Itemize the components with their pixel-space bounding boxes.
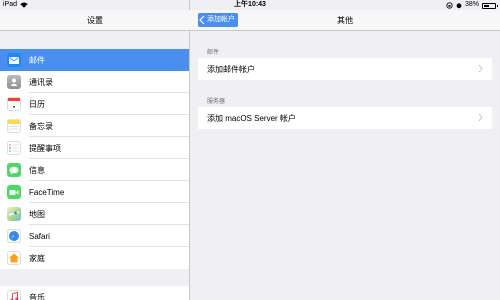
sidebar-item-label: FaceTime xyxy=(29,187,65,197)
sidebar-item-label: 邮件 xyxy=(29,55,45,65)
sidebar-item-notes[interactable]: 备忘录 xyxy=(0,115,189,137)
sidebar-item-label: 日历 xyxy=(29,99,45,109)
mail-icon xyxy=(7,53,21,67)
detail-pane: 其他 添加帐户 邮件 添加邮件帐户 服务器 添加 macOS Server 帐户 xyxy=(190,0,500,300)
sidebar-item-label: 地图 xyxy=(29,209,45,219)
status-time: 上午10:43 xyxy=(234,1,266,8)
home-icon xyxy=(7,251,21,265)
sidebar-item-contacts[interactable]: 通讯录 xyxy=(0,71,189,93)
chevron-right-icon xyxy=(478,113,483,122)
cell-label: 添加 macOS Server 帐户 xyxy=(207,113,296,123)
settings-list: 邮件 通讯录 ▪ 日历 备忘录 提醒事项 信息 FaceTime 地图 Safa… xyxy=(0,49,189,269)
add-mail-account-cell[interactable]: 添加邮件帐户 xyxy=(198,58,492,80)
sidebar-item-facetime[interactable]: FaceTime xyxy=(0,181,189,203)
sidebar-nav-bar: 设置 xyxy=(0,10,190,31)
sidebar-item-label: 音乐 xyxy=(29,292,45,300)
alarm-icon xyxy=(456,2,462,8)
sidebar-title: 设置 xyxy=(87,16,103,25)
cell-label: 添加邮件帐户 xyxy=(207,64,255,74)
facetime-icon xyxy=(7,185,21,199)
sidebar-item-calendar[interactable]: ▪ 日历 xyxy=(0,93,189,115)
safari-icon xyxy=(7,229,21,243)
maps-icon xyxy=(7,207,21,221)
contacts-icon xyxy=(7,75,21,89)
settings-screen: 设置 邮件 通讯录 ▪ 日历 备忘录 提醒事项 信息 FaceTime 地图 S… xyxy=(0,0,500,300)
settings-list-media: 音乐 xyxy=(0,286,189,300)
add-macos-server-account-cell[interactable]: 添加 macOS Server 帐户 xyxy=(198,107,492,129)
sidebar-item-label: 家庭 xyxy=(29,253,45,263)
settings-sidebar: 设置 邮件 通讯录 ▪ 日历 备忘录 提醒事项 信息 FaceTime 地图 S… xyxy=(0,0,190,300)
chevron-right-icon xyxy=(478,64,483,73)
sidebar-item-label: 通讯录 xyxy=(29,77,53,87)
back-button-label: 添加帐户 xyxy=(207,16,235,23)
sidebar-item-messages[interactable]: 信息 xyxy=(0,159,189,181)
orientation-lock-icon xyxy=(446,1,453,9)
reminders-icon xyxy=(7,141,21,155)
detail-nav-bar: 其他 添加帐户 xyxy=(190,10,500,31)
sidebar-item-maps[interactable]: 地图 xyxy=(0,203,189,225)
sidebar-item-label: 提醒事项 xyxy=(29,143,61,153)
battery-percent: 38% xyxy=(464,1,479,8)
chevron-left-icon xyxy=(199,15,205,25)
messages-icon xyxy=(7,163,21,177)
section-header-mail: 邮件 xyxy=(207,50,220,56)
sidebar-item-label: Safari xyxy=(29,231,50,241)
sidebar-item-music[interactable]: 音乐 xyxy=(0,286,189,300)
back-button[interactable]: 添加帐户 xyxy=(198,13,238,27)
sidebar-item-label: 备忘录 xyxy=(29,121,53,131)
battery-icon xyxy=(482,3,498,9)
sidebar-item-safari[interactable]: Safari xyxy=(0,225,189,247)
svg-text:▪: ▪ xyxy=(13,105,15,111)
sidebar-item-home[interactable]: 家庭 xyxy=(0,247,189,269)
notes-icon xyxy=(7,119,21,133)
section-header-server: 服务器 xyxy=(207,99,226,105)
sidebar-item-reminders[interactable]: 提醒事项 xyxy=(0,137,189,159)
status-bar: iPad 上午10:43 38% xyxy=(0,0,500,10)
music-icon xyxy=(7,290,21,300)
sidebar-item-label: 信息 xyxy=(29,165,45,175)
sidebar-item-mail[interactable]: 邮件 xyxy=(0,49,189,71)
calendar-icon: ▪ xyxy=(7,97,21,111)
